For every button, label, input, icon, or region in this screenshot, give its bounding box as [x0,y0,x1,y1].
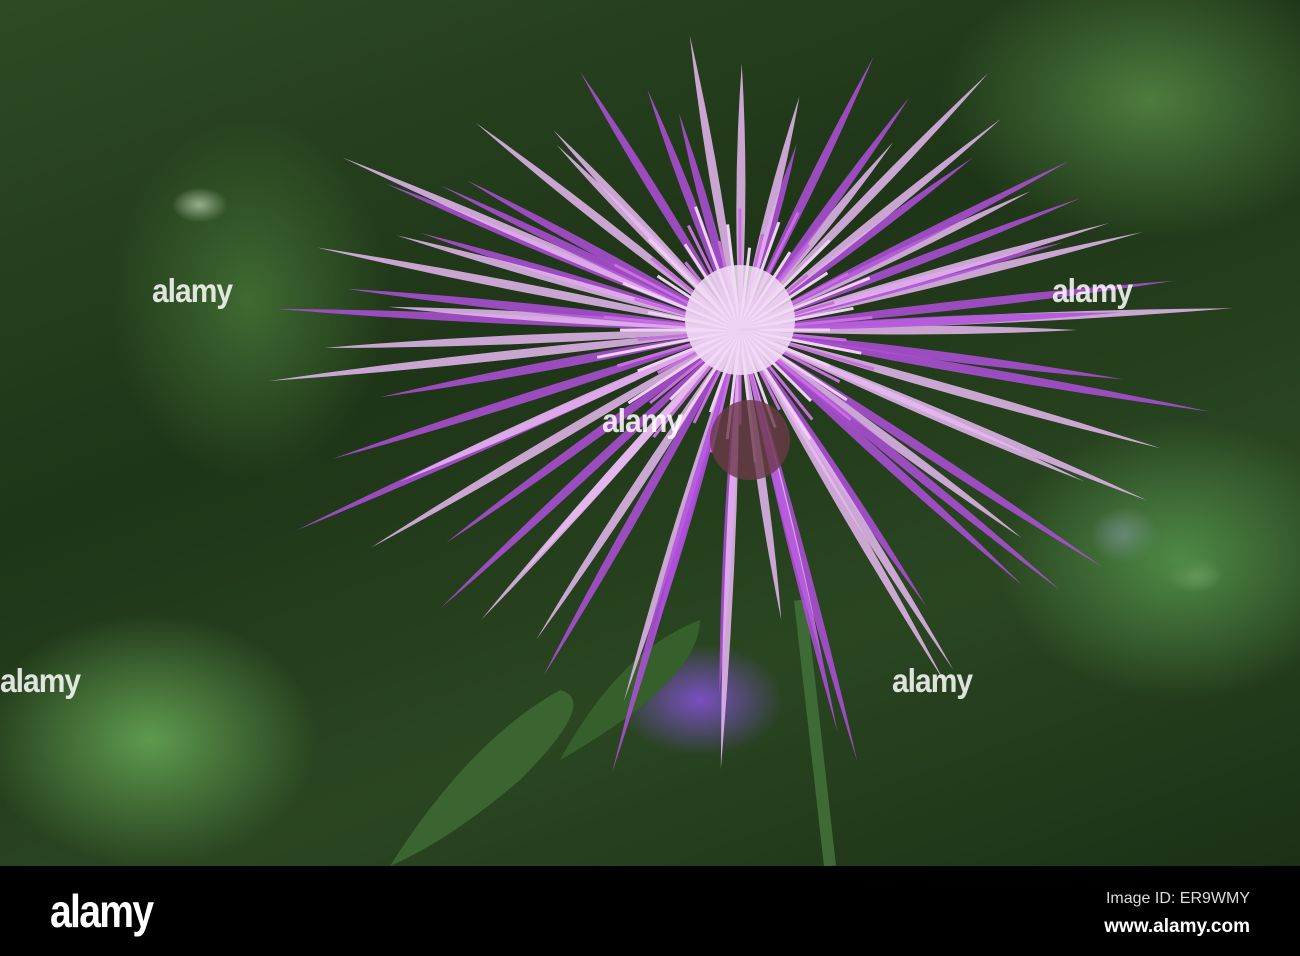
site-url: www.alamy.com [1104,916,1250,937]
watermark: alamy [0,663,81,700]
leaf [390,690,574,866]
petal [324,329,740,348]
watermark: alamy [1052,273,1133,310]
footer-bar: alamy Image ID: ER9WMY www.alamy.com [0,866,1300,956]
leaf [560,620,700,760]
petal [446,330,740,543]
watermark: alamy [602,403,683,440]
alamy-logo: alamy [50,885,154,937]
flower-photo: alamy alamy alamy alamy alamy [0,0,1300,866]
flower-center [685,265,795,375]
watermark: alamy [892,663,973,700]
image-id: Image ID: ER9WMY [1105,890,1250,907]
watermark: alamy [152,273,233,310]
flower-base [710,400,790,480]
